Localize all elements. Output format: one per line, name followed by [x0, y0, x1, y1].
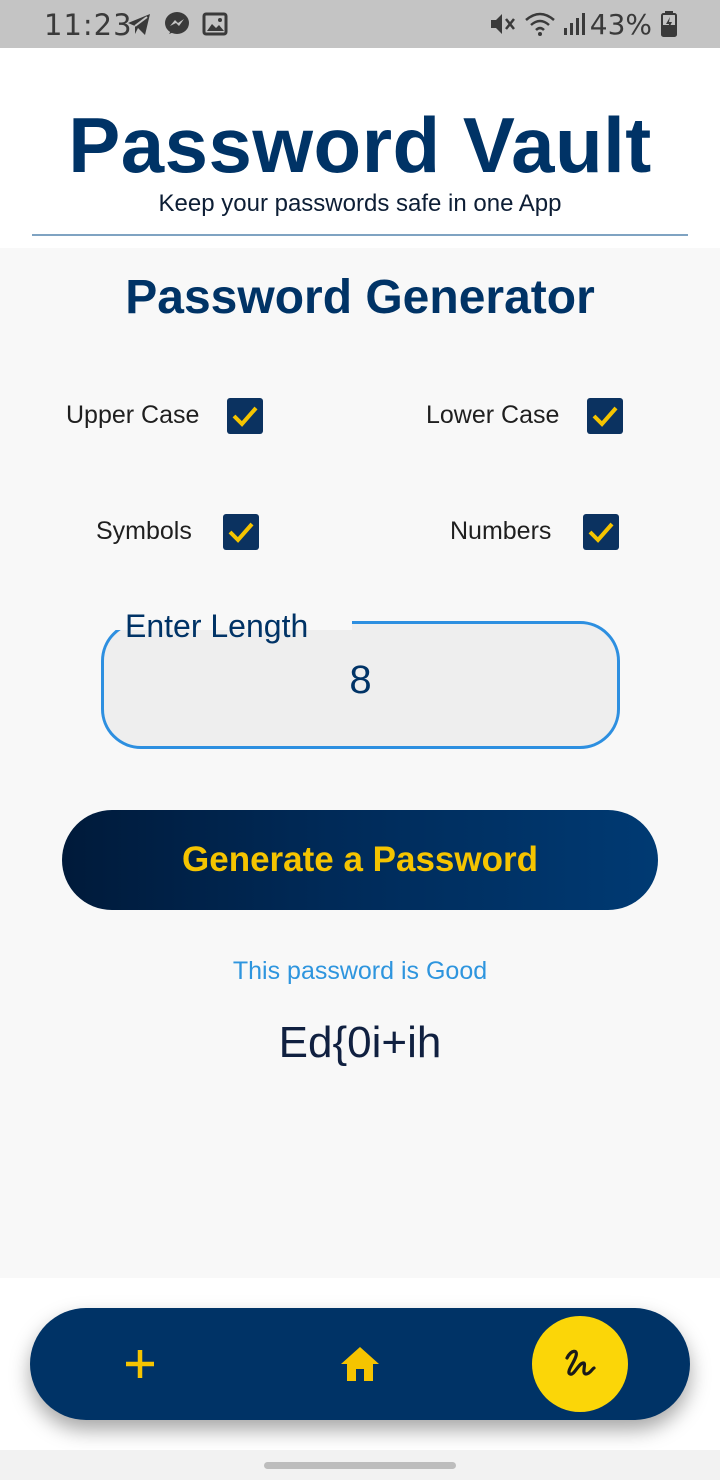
- length-label: Enter Length: [125, 608, 309, 644]
- messenger-icon: [163, 10, 191, 43]
- length-value[interactable]: 8: [101, 658, 620, 703]
- check-icon: [588, 522, 614, 543]
- generate-password-button[interactable]: Generate a Password: [62, 810, 658, 910]
- wifi-icon: [524, 10, 556, 43]
- add-icon: [126, 1350, 154, 1378]
- app-header: Password Vault Keep your passwords safe …: [0, 48, 720, 248]
- signal-icon: [562, 10, 588, 43]
- home-icon: [341, 1347, 379, 1381]
- numbers-checkbox[interactable]: [583, 514, 619, 550]
- app-subtitle: Keep your passwords safe in one App: [158, 190, 562, 217]
- status-bar: 11:23 43%: [0, 0, 720, 48]
- add-button[interactable]: [110, 1342, 170, 1386]
- lower-case-checkbox[interactable]: [587, 398, 623, 434]
- generator-icon: [565, 1349, 596, 1376]
- check-icon: [592, 406, 618, 427]
- password-strength-text: This password is Good: [232, 957, 488, 985]
- mute-icon: [488, 10, 518, 43]
- home-button[interactable]: [330, 1340, 390, 1388]
- header-divider: [32, 234, 688, 236]
- battery-icon: [660, 10, 678, 43]
- battery-percentage: 43%: [589, 8, 652, 41]
- symbols-checkbox[interactable]: [223, 514, 259, 550]
- gallery-icon: [201, 10, 229, 43]
- app-title: Password Vault: [68, 101, 652, 189]
- check-icon: [232, 406, 258, 427]
- generated-password[interactable]: Ed{0i+ih: [0, 1018, 720, 1068]
- gesture-area: [0, 1450, 720, 1480]
- section-title: Password Generator: [125, 271, 595, 324]
- upper-case-label: Upper Case: [66, 401, 200, 429]
- telegram-icon: [125, 10, 153, 43]
- generator-button[interactable]: [532, 1316, 628, 1412]
- status-time: 11:23: [44, 8, 133, 42]
- lower-case-label: Lower Case: [426, 401, 560, 429]
- numbers-label: Numbers: [450, 517, 552, 545]
- bottom-nav: [30, 1308, 690, 1420]
- symbols-label: Symbols: [96, 517, 192, 545]
- upper-case-checkbox[interactable]: [227, 398, 263, 434]
- check-icon: [228, 522, 254, 543]
- gesture-bar[interactable]: [264, 1462, 456, 1469]
